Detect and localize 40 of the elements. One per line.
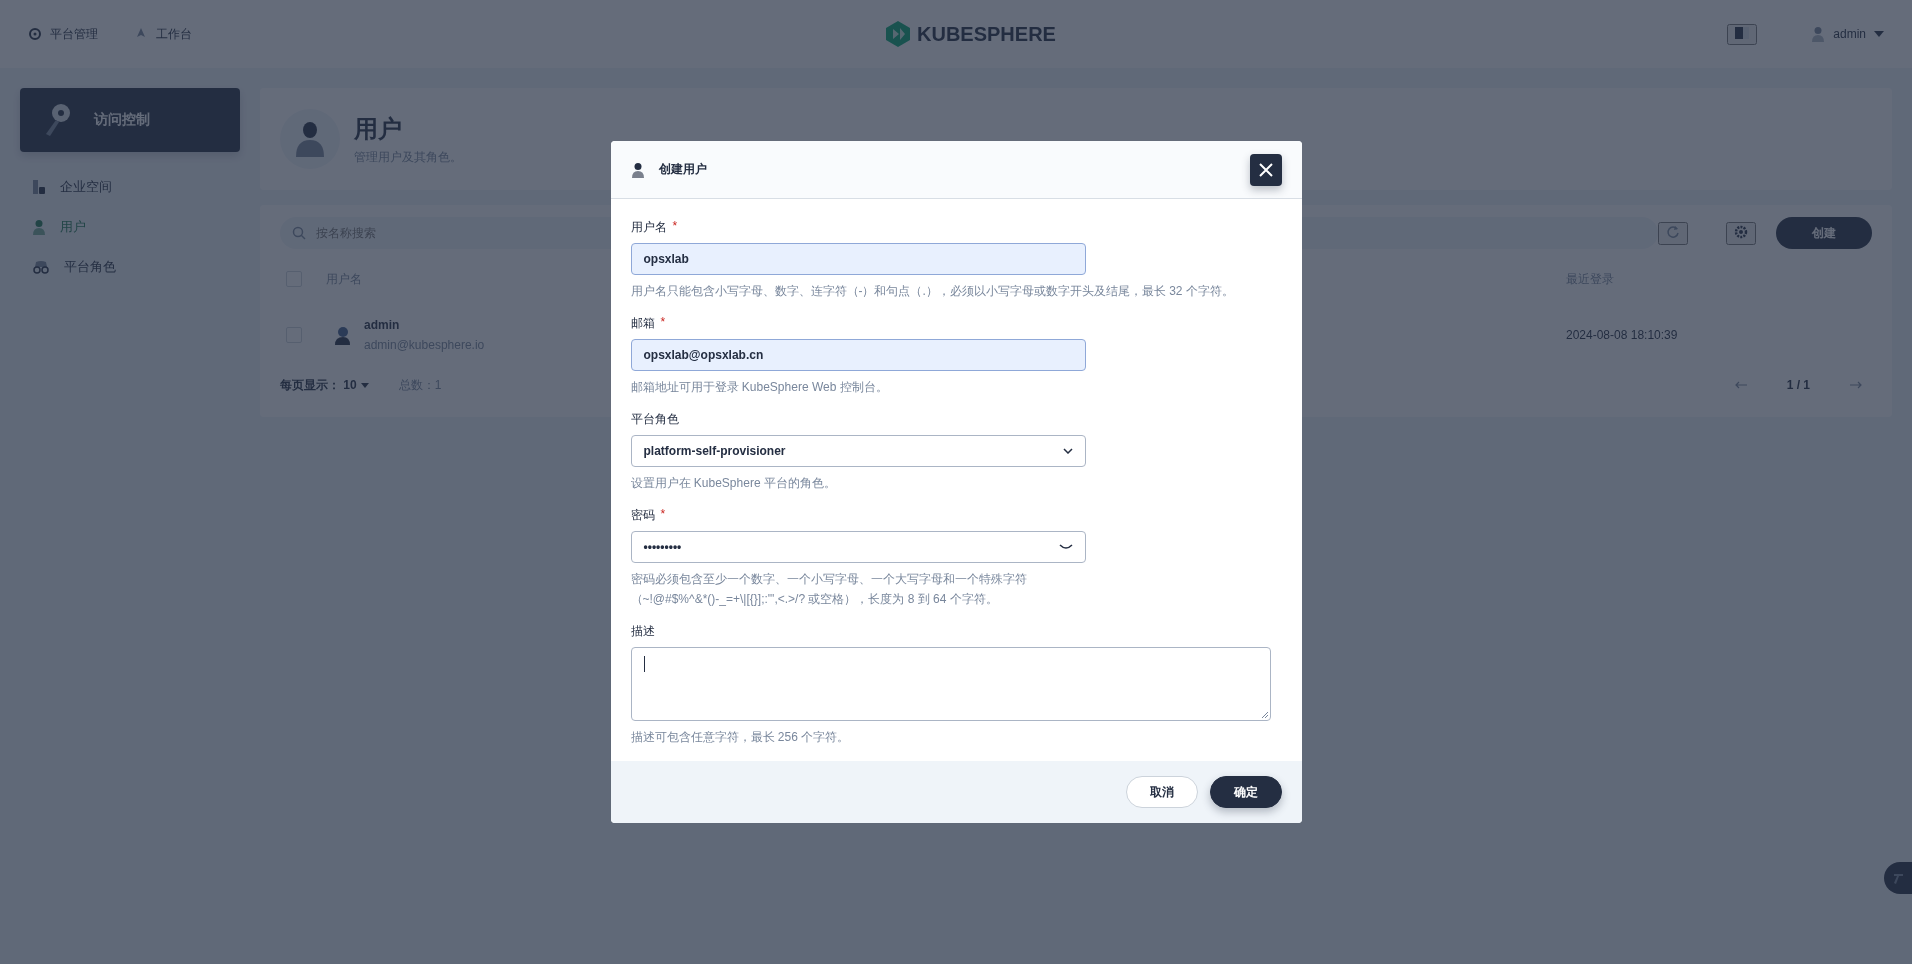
field-label: 用户名 [630, 219, 667, 237]
user-menu[interactable]: admin [1811, 26, 1884, 42]
logo-text: KUBESPHERE [917, 22, 1056, 46]
sidebar-item[interactable]: 平台角色 [32, 256, 240, 278]
hint-text: 描述可包含任意字符，最长 256 个字符。 [630, 729, 851, 747]
sidebar-title: 访问控制 [94, 111, 150, 129]
hint-text: 用户名只能包含小写字母、数字、连字符（-）和句点（.），必须以小写字母或数字开头及结尾，最长 32 个字符。 [630, 283, 1235, 301]
table-cell-text: 2024-08-08 18:10:39 [1566, 328, 1679, 342]
select-field[interactable]: platform-self-provisioner [630, 435, 1086, 468]
user-name: admin [364, 318, 401, 332]
close-button[interactable] [1249, 153, 1282, 186]
eye-closed-icon [1058, 544, 1073, 551]
input-field[interactable]: opsxlab@opsxlab.cn [630, 339, 1086, 372]
field-label: 描述 [630, 623, 655, 641]
password-field[interactable]: ••••••••• [630, 531, 1086, 564]
input-field[interactable]: opsxlab [630, 243, 1086, 276]
dialog-title: 创建用户 [658, 161, 707, 179]
hint-text: 设置用户在 KubeSphere 平台的角色。 [630, 475, 837, 493]
sidebar-item[interactable]: 用户 [32, 216, 240, 238]
nav-link[interactable]: 平台管理 [28, 25, 98, 43]
page-indicator: 1 / 1 [1786, 378, 1810, 392]
hint-text: 密码必须包含至少一个数字、一个小写字母、一个大写字母和一个特殊字符（~!@#$%^&*()-_=+\|[{}];:'",<.>/? 或空格），长度为 8 到 64 个字符。 [630, 571, 1028, 609]
cancel-button[interactable]: 取消 [1125, 776, 1198, 809]
user-icon [630, 161, 645, 178]
page-title: 用户 [354, 113, 403, 144]
required-mark: * [660, 315, 666, 332]
resize-grip-icon [1260, 711, 1269, 720]
field-label: 邮箱 [630, 315, 655, 333]
page-size-select[interactable]: 每页显示： 10 [280, 376, 369, 394]
hint-text: 邮箱地址可用于登录 KubeSphere Web 控制台。 [630, 379, 889, 397]
sidebar-item[interactable]: 企业空间 [32, 176, 240, 198]
description-field[interactable] [630, 647, 1271, 722]
close-icon [1258, 162, 1273, 177]
field-label: 平台角色 [630, 411, 679, 429]
chevron-down-icon [1062, 448, 1073, 455]
field-label: 密码 [630, 507, 655, 525]
nav-link[interactable]: 工作台 [134, 25, 192, 43]
required-mark: * [660, 507, 666, 524]
confirm-button[interactable]: 确定 [1209, 776, 1282, 809]
required-mark: * [672, 219, 678, 236]
